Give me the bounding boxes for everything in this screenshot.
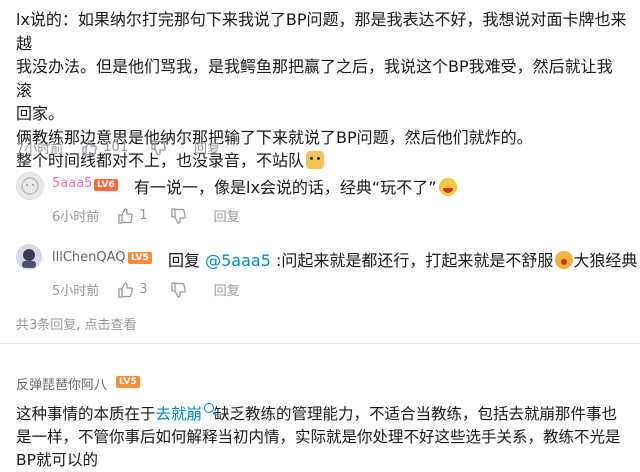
like-count: 1 [139,208,148,223]
avatar-face-icon [21,177,39,195]
divider [0,343,640,344]
level-badge: LV5 [116,376,140,388]
reply-button[interactable]: 回复 [214,206,240,225]
search-link[interactable]: 去就崩 [156,405,203,423]
comment-line: lx说的：如果纳尔打完那句下来我说了BP问题，那是我表达不好，我想说对面卡牌也来… [16,10,627,53]
avatar[interactable] [16,172,44,200]
reply-button[interactable]: 回复 [214,280,240,299]
level-badge: LV6 [94,179,118,191]
comment-line: 这种事情的本质在于去就崩 缺乏教练的管理能力，不适合当教练，包括去就崩那件事也 [16,403,618,423]
reply-text: 回复 @5aaa5 :问起来就是都还行，打起来就是不舒服 大狼经典 [168,251,638,270]
reply-meta: 6小时前 1 回复 [52,206,240,225]
thumbs-up-icon [118,281,134,298]
thumbs-down-icon [170,207,186,224]
reply-time: 6小时前 [52,210,100,225]
crying-emoji-icon [555,251,574,269]
main-comment-meta: 7小时前 101 回复 [16,138,220,157]
level-badge: LV5 [128,252,152,264]
dislike-button[interactable] [150,139,172,156]
like-button[interactable]: 101 [81,139,129,156]
reply-username[interactable]: 5aaa5 [52,176,92,191]
reply-time: 5小时前 [52,284,100,299]
search-icon [204,403,215,413]
thumbs-up-icon [82,139,98,156]
like-count: 3 [139,282,148,297]
like-count: 101 [103,140,129,155]
reply-button[interactable]: 回复 [194,138,220,157]
comment-line: 我没办法。但是他们骂我，是我鳄鱼那把赢了之后，我说这个BP我难受，然后就让我滚 [16,57,613,100]
comment-time: 7小时前 [16,142,64,157]
dislike-button[interactable] [170,281,192,298]
thumbs-down-icon [151,139,166,156]
avatar-character-icon [22,249,36,268]
like-button[interactable]: 1 [117,207,148,224]
reply-username[interactable]: lllChenQAQ [52,250,126,265]
thumbs-up-icon [118,207,134,224]
like-button[interactable]: 3 [117,281,148,298]
comment-line: 回家。 [16,104,65,123]
avatar[interactable] [16,244,42,270]
thumbs-down-icon [170,281,186,298]
comment-thread: lx说的：如果纳尔打完那句下来我说了BP问题，那是我表达不好，我想说对面卡牌也来… [0,0,640,469]
view-more-replies-link[interactable]: 共3条回复, 点击查看 [16,314,137,333]
dislike-button[interactable] [170,207,192,224]
reply-text: 有一说一，像是lx会说的话，经典“玩不了” [134,174,457,198]
comment-line: 是一样，不管你事后如何解释当初内情，实际就是你处理不好这些选手关系，教练不光是 [16,428,621,446]
comment-username[interactable]: 反弹琵琶你阿八 [16,374,107,393]
reply-meta: 5小时前 3 回复 [52,280,240,299]
mention-link[interactable]: @5aaa5 [205,251,271,270]
second-comment-text: 这种事情的本质在于去就崩 缺乏教练的管理能力，不适合当教练，包括去就崩那件事也 是… [16,403,628,472]
dog-face-emoji-icon [306,151,325,169]
laughing-emoji-icon [438,178,457,196]
